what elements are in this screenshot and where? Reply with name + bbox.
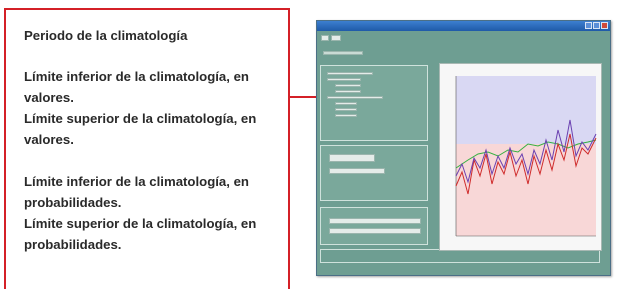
values-panel (320, 65, 428, 141)
leader-line (290, 96, 319, 98)
callout-lower-value-b: valores. (24, 90, 74, 105)
callout-period: Periodo de la climatología (24, 28, 188, 43)
maximize-icon[interactable] (593, 22, 600, 29)
annotation-callout: Periodo de la climatología Límite inferi… (4, 8, 290, 289)
values-row-2 (327, 78, 361, 81)
window-titlebar (317, 21, 610, 31)
values-row-3 (335, 84, 361, 87)
values-row-1 (327, 72, 373, 75)
callout-upper-prob-a: Límite superior de la climatología, en (24, 216, 257, 231)
limits-field-2[interactable] (329, 168, 385, 174)
values-row-7 (335, 108, 357, 111)
prob-field-1[interactable] (329, 218, 421, 224)
callout-lower-prob-b: probabilidades. (24, 195, 122, 210)
callout-upper-value-a: Límite superior de la climatología, en (24, 111, 257, 126)
values-row-8 (335, 114, 357, 117)
prob-field-2[interactable] (329, 228, 421, 234)
top-field-2[interactable] (331, 35, 341, 41)
limits-panel (320, 145, 428, 201)
top-field-1[interactable] (321, 35, 329, 41)
climatology-plot (439, 63, 602, 251)
values-row-6 (335, 102, 357, 105)
limits-field-1[interactable] (329, 154, 375, 162)
minimize-icon[interactable] (585, 22, 592, 29)
close-icon[interactable] (601, 22, 608, 29)
lower-band (456, 144, 596, 236)
period-bar (323, 51, 363, 55)
callout-lower-prob-a: Límite inferior de la climatología, en (24, 174, 249, 189)
values-row-4 (335, 90, 361, 93)
callout-lower-value-a: Límite inferior de la climatología, en (24, 69, 249, 84)
app-window-thumbnail (316, 20, 611, 276)
callout-upper-value-b: valores. (24, 132, 74, 147)
upper-band (456, 76, 596, 144)
callout-upper-prob-b: probabilidades. (24, 237, 122, 252)
status-strip (320, 249, 600, 263)
probabilities-panel (320, 207, 428, 245)
values-row-5 (327, 96, 383, 99)
